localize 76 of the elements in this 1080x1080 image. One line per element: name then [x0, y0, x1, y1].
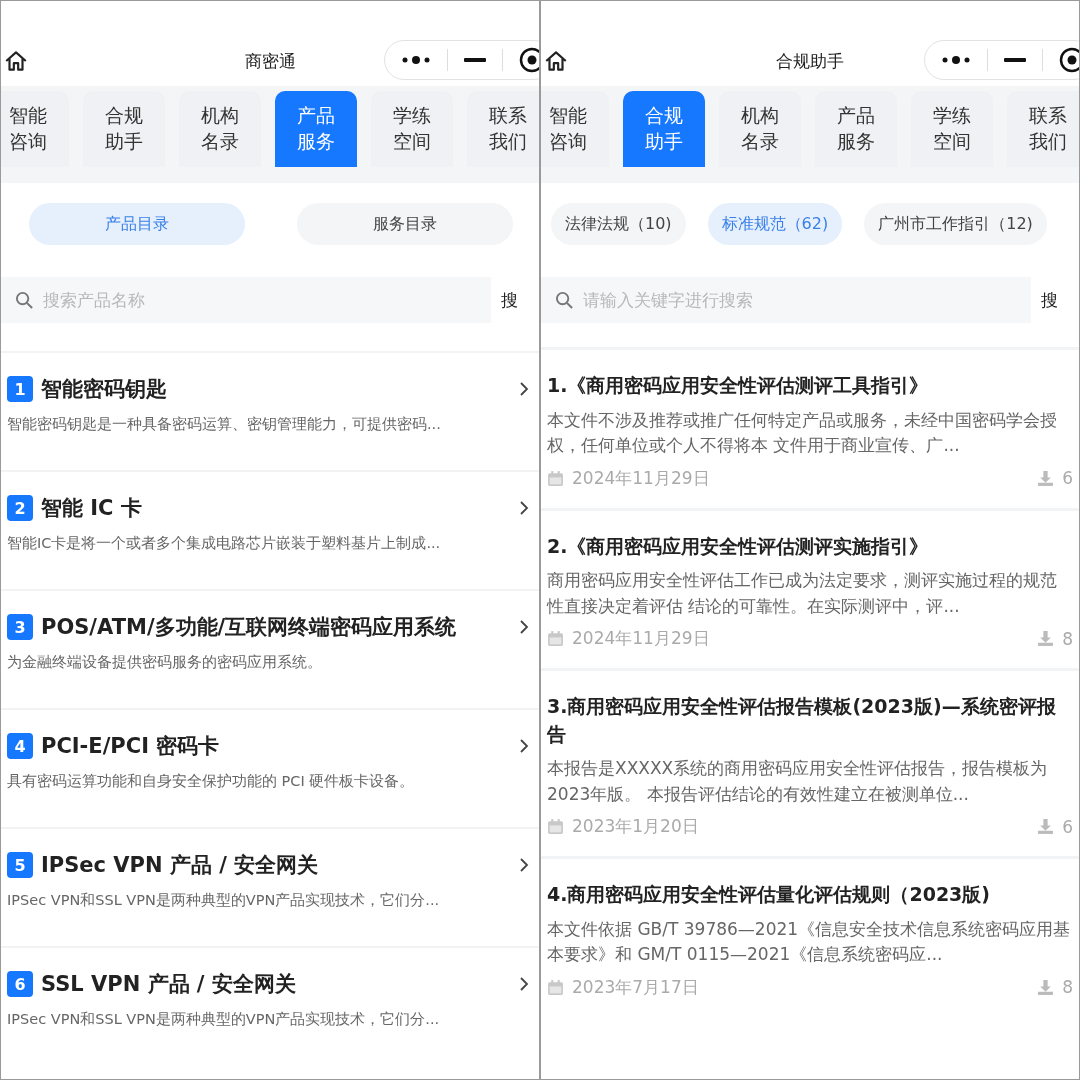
- search-button[interactable]: 搜: [501, 288, 518, 312]
- document-title[interactable]: 3.商用密码应用安全性评估报告模板(2023版)—系统密评报告: [547, 693, 1073, 749]
- chevron-icon: [519, 976, 529, 992]
- nav-tab[interactable]: 学练空间: [911, 91, 993, 167]
- product-description: 智能密码钥匙是一种具备密码运算、密钥管理能力，可提供密码...: [7, 415, 442, 434]
- search-field[interactable]: 搜索产品名称: [1, 277, 491, 323]
- calendar-icon: [547, 630, 564, 648]
- home-icon[interactable]: [543, 48, 569, 74]
- chevron-icon: [519, 500, 529, 516]
- close-icon[interactable]: [519, 47, 539, 73]
- download-count: 6: [1062, 816, 1073, 837]
- filter-chip[interactable]: 广州市工作指引（12): [864, 203, 1047, 245]
- calendar-icon: [547, 818, 564, 836]
- nav-tab[interactable]: 联系我们: [1007, 91, 1079, 167]
- nav-tab[interactable]: 产品服务: [275, 91, 357, 167]
- document-date: 2023年1月20日: [572, 815, 699, 839]
- download-icon: [1037, 630, 1055, 648]
- document-title[interactable]: 4.商用密码应用安全性评估量化评估规则（2023版): [547, 881, 1073, 909]
- product-title[interactable]: PCI-E/PCI 密码卡: [41, 732, 511, 760]
- nav-tab[interactable]: 机构名录: [719, 91, 801, 167]
- document-title[interactable]: 1.《商用密码应用安全性评估测评工具指引》: [547, 372, 1073, 400]
- number-badge: 1: [7, 376, 33, 402]
- nav-tab[interactable]: 智能咨询: [1, 91, 69, 167]
- search-field[interactable]: 请输入关键字进行搜索: [541, 277, 1031, 323]
- product-description: IPSec VPN和SSL VPN是两种典型的VPN产品实现技术，它们分...: [7, 891, 441, 910]
- nav-tab[interactable]: 机构名录: [179, 91, 261, 167]
- document-description: 本文件不涉及推荐或推广任何特定产品或服务，未经中国密码学会授权，任何单位或个人不得将本 文件用于商业宣传、广...: [547, 408, 1058, 458]
- download-icon: [1037, 469, 1055, 487]
- download-count: 8: [1062, 977, 1073, 998]
- download-count: 6: [1062, 468, 1073, 489]
- document-description: 商用密码应用安全性评估工作已成为法定要求，测评实施过程的规范性直接决定着评估 结论的可靠性。在实际测评中，评...: [547, 569, 1058, 618]
- chevron-icon: [519, 738, 529, 754]
- document-description: 本报告是XXXXX系统的商用密码应用安全性评估报告，报告模板为2023年版。 本报告评估结论的有效性建立在被测单位...: [547, 757, 1049, 806]
- document-date: 2024年11月29日: [572, 466, 710, 490]
- nav-tab[interactable]: 合规助手: [623, 91, 705, 167]
- page-title: 合规助手: [776, 49, 844, 73]
- number-badge: 2: [7, 495, 33, 521]
- product-description: 具有密码运算功能和自身安全保护功能的 PCI 硬件板卡设备。: [7, 772, 416, 791]
- number-badge: 3: [7, 614, 33, 640]
- more-icon[interactable]: [401, 55, 431, 65]
- nav-tab[interactable]: 智能咨询: [541, 91, 609, 167]
- product-title[interactable]: 智能 IC 卡: [41, 494, 511, 522]
- product-description: 智能IC卡是将一个或者多个集成电路芯片嵌装于塑料基片上制成...: [7, 534, 442, 553]
- nav-tab[interactable]: 合规助手: [83, 91, 165, 167]
- nav-tab[interactable]: 学练空间: [371, 91, 453, 167]
- product-description: IPSec VPN和SSL VPN是两种典型的VPN产品实现技术，它们分...: [7, 1010, 441, 1029]
- document-title[interactable]: 2.《商用密码应用安全性评估测评实施指引》: [547, 532, 1073, 561]
- home-icon[interactable]: [3, 48, 29, 74]
- document-date: 2023年7月17日: [572, 975, 699, 999]
- product-title[interactable]: POS/ATM/多功能/互联网终端密码应用系统: [41, 613, 511, 641]
- product-title[interactable]: 智能密码钥匙: [41, 375, 511, 403]
- nav-tab[interactable]: 产品服务: [815, 91, 897, 167]
- chevron-icon: [519, 857, 529, 873]
- filter-chip[interactable]: 法律法规（10): [551, 203, 686, 245]
- document-description: 本文件依据 GB/T 39786—2021《信息安全技术信息系统密码应用基本要求》和 GM/T 0115—2021《信息系统密码应...: [547, 917, 1072, 967]
- download-count: 8: [1062, 628, 1073, 649]
- number-badge: 5: [7, 852, 33, 878]
- chevron-icon: [519, 619, 529, 635]
- product-description: 为金融终端设备提供密码服务的密码应用系统。: [7, 653, 323, 672]
- number-badge: 4: [7, 733, 33, 759]
- number-badge: 6: [7, 971, 33, 997]
- calendar-icon: [547, 469, 564, 487]
- download-icon: [1037, 978, 1055, 996]
- filter-chip[interactable]: 服务目录: [297, 203, 513, 245]
- search-button[interactable]: 搜: [1041, 288, 1058, 312]
- chevron-icon: [519, 381, 529, 397]
- document-date: 2024年11月29日: [572, 627, 710, 651]
- calendar-icon: [547, 978, 564, 996]
- product-title[interactable]: IPSec VPN 产品 / 安全网关: [41, 851, 511, 879]
- more-icon[interactable]: [941, 55, 971, 65]
- page-title: 商密通: [244, 49, 296, 73]
- download-icon: [1037, 818, 1055, 836]
- nav-tab[interactable]: 联系我们: [467, 91, 539, 167]
- product-title[interactable]: SSL VPN 产品 / 安全网关: [41, 970, 511, 998]
- close-icon[interactable]: [1059, 47, 1079, 73]
- filter-chip[interactable]: 产品目录: [29, 203, 245, 245]
